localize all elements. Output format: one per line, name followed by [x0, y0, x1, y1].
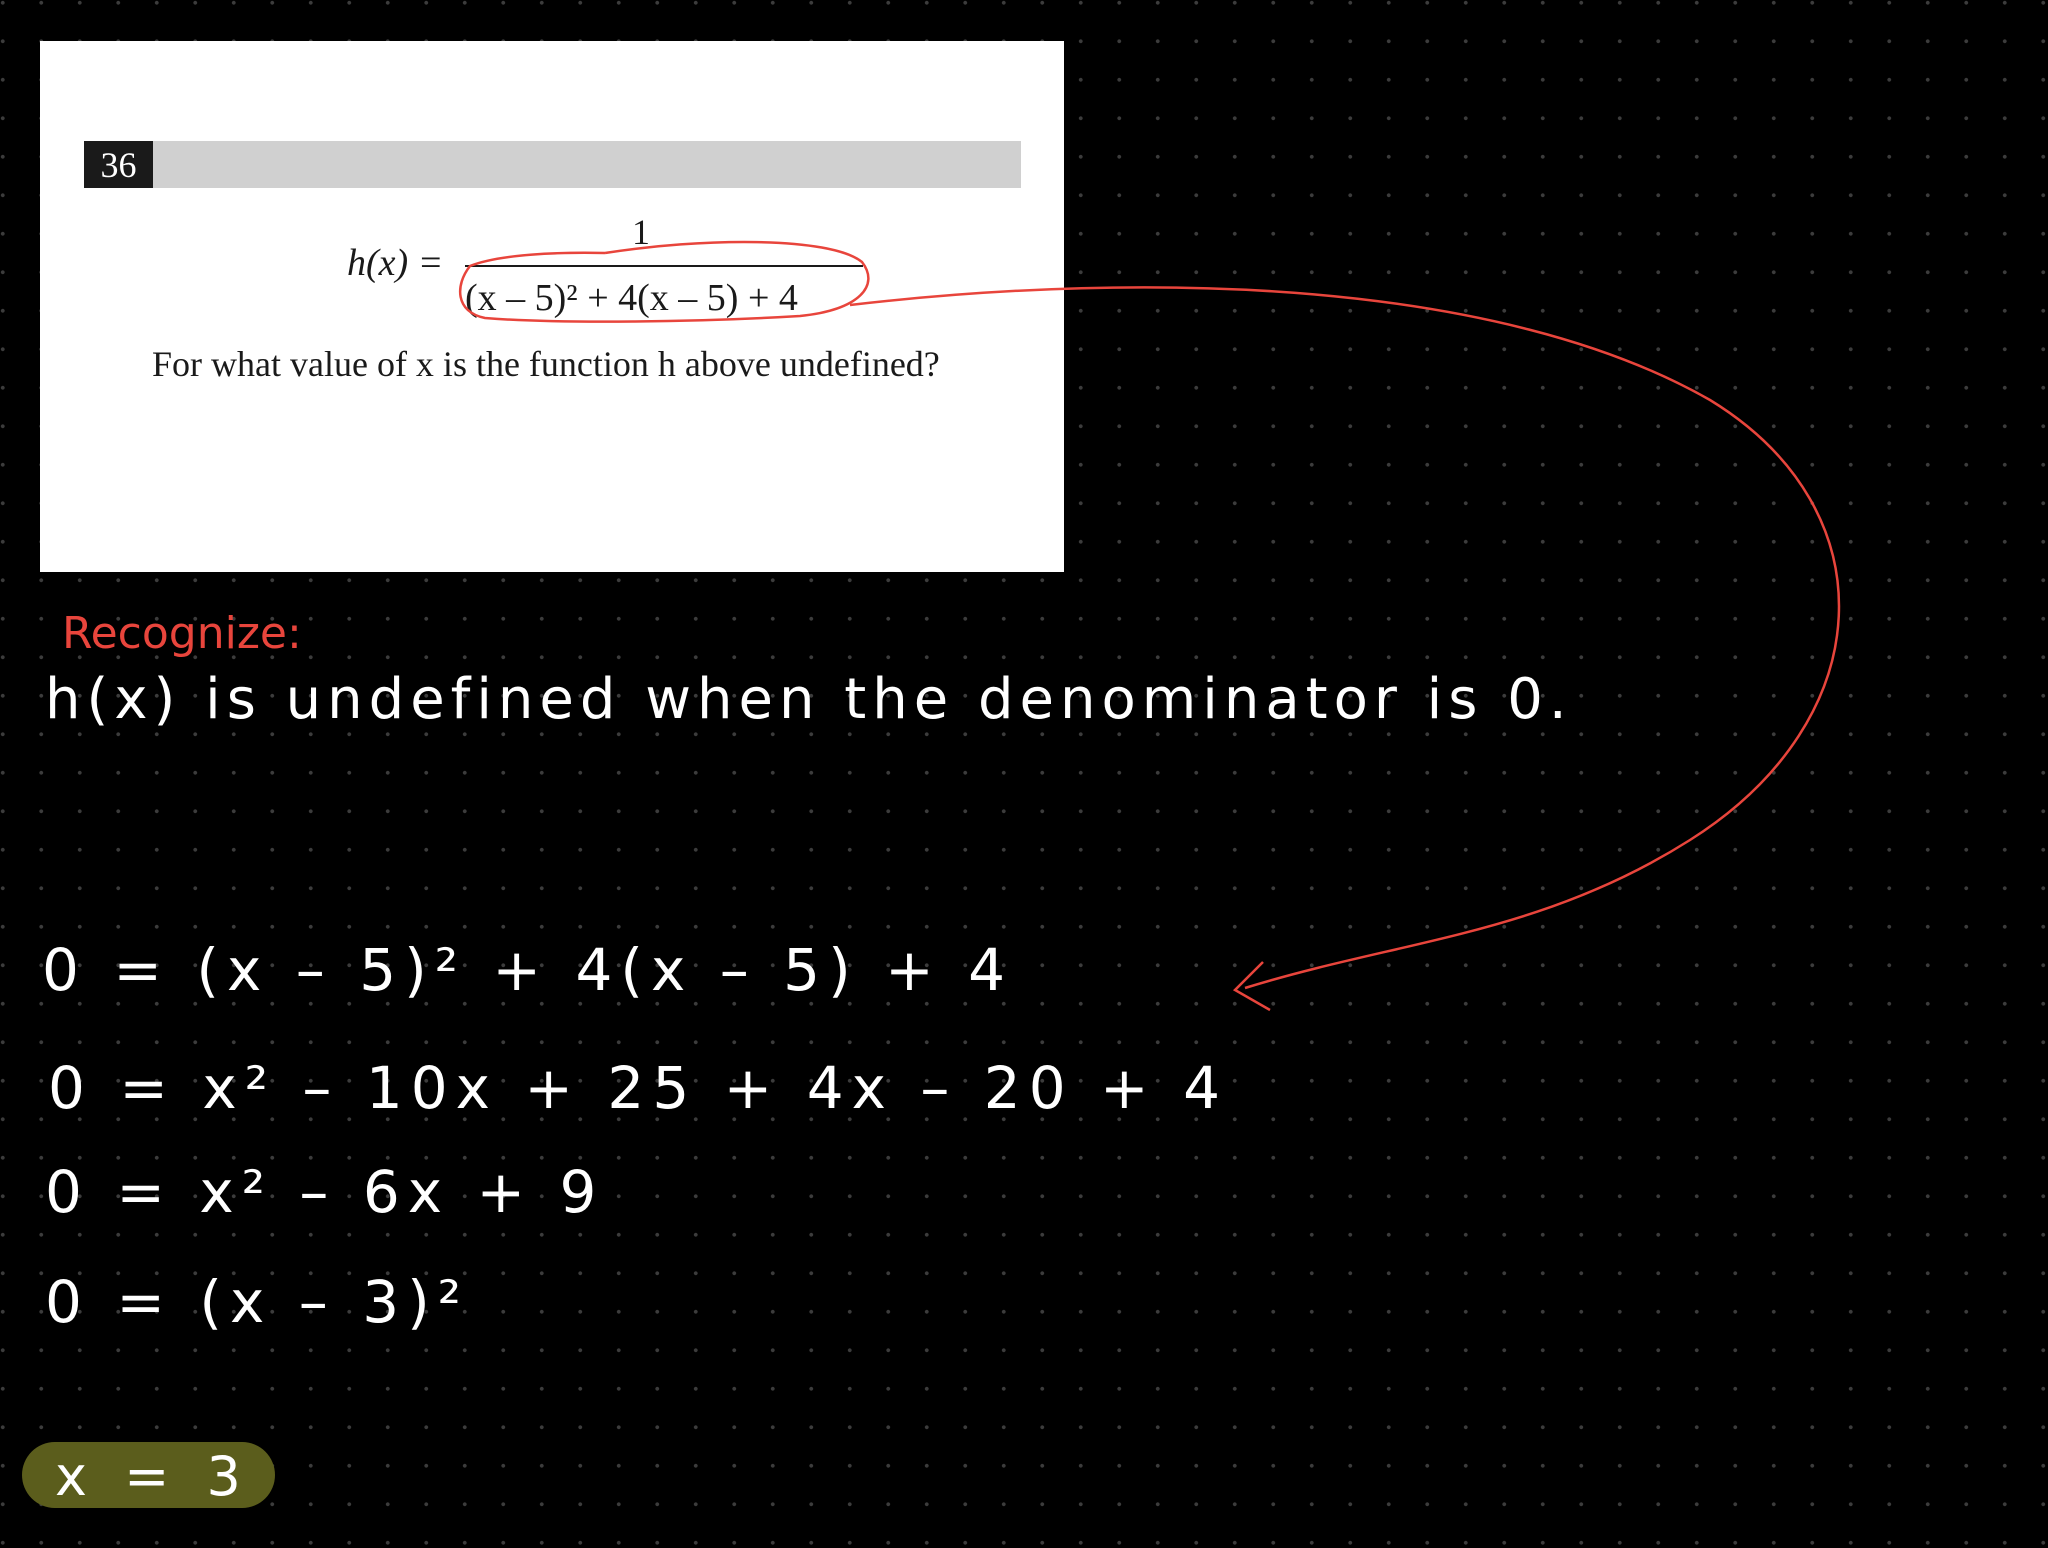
work-step-3: 0 = x² – 6x + 9 — [45, 1158, 604, 1226]
explanation-text: h(x) is undefined when the denominator i… — [45, 667, 1573, 732]
denominator-circle — [458, 240, 870, 323]
annotation-layer: Recognize: h(x) is undefined when the de… — [22, 240, 1841, 1508]
annotation-arrow — [849, 286, 1841, 990]
answer-text: x = 3 — [55, 1445, 251, 1508]
work-step-1: 0 = (x – 5)² + 4(x – 5) + 4 — [42, 936, 1013, 1004]
work-step-4: 0 = (x – 3)² — [45, 1268, 469, 1336]
recognize-label: Recognize: — [62, 608, 302, 659]
answer-highlight: x = 3 — [22, 1442, 275, 1508]
work-step-2: 0 = x² – 10x + 25 + 4x – 20 + 4 — [48, 1054, 1228, 1122]
